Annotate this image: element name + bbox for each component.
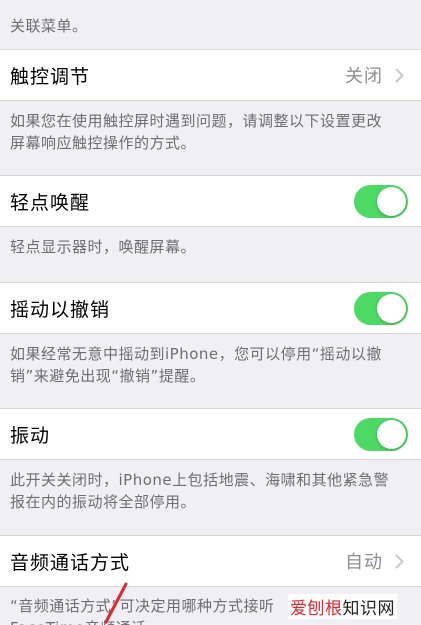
shake-to-undo-footer: 如果经常无意中摇动到iPhone，您可以停用“摇动以撤 销”来避免出现“撤销”提… (0, 343, 421, 387)
vibration-toggle[interactable] (354, 417, 408, 451)
tap-to-wake-toggle[interactable] (354, 184, 408, 218)
chevron-right-icon (391, 67, 407, 83)
shake-to-undo-row: 摇动以撤销 (0, 282, 421, 334)
top-footer-note: 关联菜单。 (0, 0, 421, 37)
touch-accommodations-footer-line-1: 如果您在使用触控屏时遇到问题，请调整以下设置更改 (10, 112, 383, 130)
accessibility-settings-page: 关联菜单。 触控调节 关闭 如果您在使用触控屏时遇到问题，请调整以下设置更改 屏… (0, 0, 421, 625)
shake-to-undo-footer-line-2: 销”来避免出现“撤销”提醒。 (10, 367, 206, 385)
tap-to-wake-row: 轻点唤醒 (0, 175, 421, 227)
top-footer-line-1 (10, 0, 403, 15)
touch-accommodations-label: 触控调节 (10, 65, 91, 88)
vibration-footer-line-2: 报在内的振动将全部停用。 (10, 493, 197, 511)
touch-accommodations-footer: 如果您在使用触控屏时遇到问题，请调整以下设置更改 屏幕响应触控操作的方式。 (0, 110, 421, 154)
watermark-black-text: 知识网 (342, 599, 395, 619)
vibration-footer: 此开关关闭时，iPhone上包括地震、海啸和其他紧急警 报在内的振动将全部停用。 (0, 469, 421, 513)
vibration-label: 振动 (10, 424, 51, 447)
tap-to-wake-footer-line: 轻点显示器时，唤醒屏幕。 (10, 238, 197, 256)
vibration-row: 振动 (0, 408, 421, 460)
watermark: 爱刨根知识网 (288, 594, 397, 619)
toggle-knob (377, 419, 406, 449)
annotation-arrow-icon (104, 582, 128, 624)
call-audio-routing-label: 音频通话方式 (10, 551, 131, 574)
top-footer-line-2: 关联菜单。 (10, 17, 88, 35)
tap-to-wake-footer: 轻点显示器时，唤醒屏幕。 (0, 236, 421, 258)
toggle-knob (377, 293, 406, 323)
shake-to-undo-toggle[interactable] (354, 291, 408, 325)
watermark-red-text: 爱刨根 (290, 599, 343, 619)
touch-accommodations-value: 关闭 (345, 66, 383, 87)
shake-to-undo-label: 摇动以撤销 (10, 298, 111, 321)
tap-to-wake-label: 轻点唤醒 (10, 191, 91, 214)
touch-accommodations-row[interactable]: 触控调节 关闭 (0, 49, 421, 101)
call-audio-routing-row[interactable]: 音频通话方式 自动 (0, 535, 421, 587)
vibration-footer-line-1: 此开关关闭时，iPhone上包括地震、海啸和其他紧急警 (10, 471, 390, 489)
chevron-right-icon (391, 553, 407, 569)
toggle-knob (377, 186, 406, 216)
shake-to-undo-footer-line-1: 如果经常无意中摇动到iPhone，您可以停用“摇动以撤 (10, 345, 382, 363)
call-audio-routing-value: 自动 (345, 552, 383, 573)
touch-accommodations-footer-line-2: 屏幕响应触控操作的方式。 (10, 134, 197, 152)
